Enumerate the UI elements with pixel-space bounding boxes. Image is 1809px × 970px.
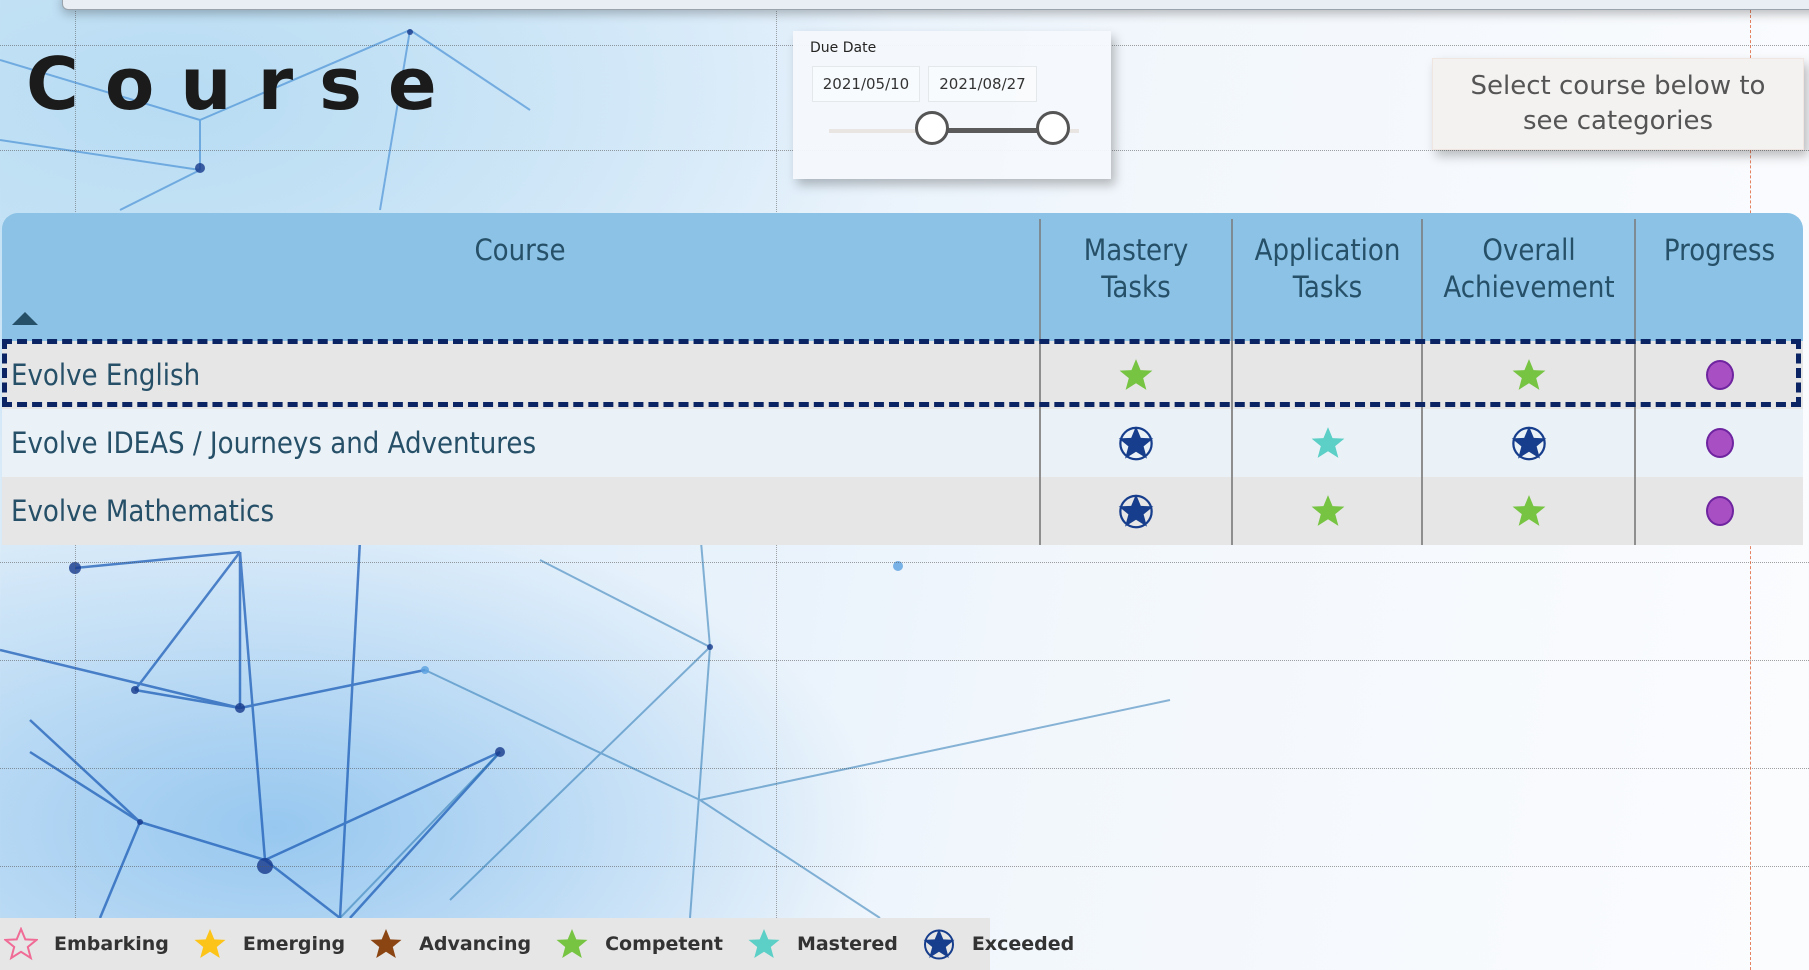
end-date-input[interactable]: 2021/08/27 [928, 66, 1037, 102]
rating-legend: Embarking Emerging Advancing Competent M… [0, 918, 1074, 970]
page-title: Course [26, 42, 463, 126]
table-header: Course Mastery Tasks Application Tasks O… [2, 213, 1803, 341]
progress-cell [1636, 409, 1803, 477]
progress-circle-icon [1705, 428, 1734, 458]
mastery-tasks-cell [1041, 477, 1231, 545]
table-row[interactable]: Evolve English [2, 341, 1803, 409]
legend-item-exceeded: Exceeded [918, 927, 1074, 961]
column-header-mastery-tasks[interactable]: Mastery Tasks [1041, 213, 1231, 341]
grid-line [0, 768, 1809, 769]
grid-line [0, 866, 1809, 867]
legend-item-advancing: Advancing [365, 927, 531, 961]
star-outline-icon [0, 927, 54, 961]
column-header-label: Overall Achievement [1443, 233, 1615, 304]
legend-label: Emerging [242, 933, 346, 955]
grid-line [0, 562, 1809, 563]
progress-cell [1636, 341, 1803, 409]
table-row[interactable]: Evolve IDEAS / Journeys and Adventures [2, 409, 1803, 477]
progress-circle-icon [1705, 496, 1734, 526]
sort-ascending-icon[interactable] [12, 312, 38, 325]
legend-label: Mastered [796, 933, 898, 955]
star-icon [189, 927, 243, 961]
mastery-tasks-cell [1041, 341, 1231, 409]
table-row[interactable]: Evolve Mathematics [2, 477, 1803, 545]
select-course-button[interactable]: Select course below to see categories [1432, 58, 1804, 150]
legend-item-embarking: Embarking [0, 927, 169, 961]
application-tasks-cell [1233, 409, 1422, 477]
legend-item-emerging: Emerging [189, 927, 345, 961]
exceeded-star-circle-icon [1117, 492, 1155, 530]
mastered-star-icon [1310, 425, 1346, 461]
course-name: Evolve IDEAS / Journeys and Adventures [11, 426, 537, 460]
column-header-application-tasks[interactable]: Application Tasks [1233, 213, 1422, 341]
overall-achievement-cell [1423, 341, 1635, 409]
legend-label: Exceeded [971, 933, 1075, 955]
grid-line [0, 660, 1809, 661]
application-tasks-cell [1233, 341, 1422, 409]
legend-item-mastered: Mastered [743, 927, 898, 961]
course-table: Course Mastery Tasks Application Tasks O… [2, 213, 1803, 545]
competent-star-icon [1511, 493, 1547, 529]
star-icon [551, 927, 605, 961]
legend-item-competent: Competent [551, 927, 723, 961]
column-header-course[interactable]: Course [2, 213, 1038, 341]
slider-end-handle[interactable] [1036, 111, 1070, 145]
star-icon [743, 927, 797, 961]
column-header-overall-achievement[interactable]: Overall Achievement [1423, 213, 1635, 341]
due-date-slicer: Due Date 2021/05/10 2021/08/27 [793, 31, 1111, 179]
column-header-label: Course [474, 233, 566, 267]
top-toolbar [62, 0, 1809, 10]
slicer-title: Due Date [810, 40, 877, 56]
column-header-label: Application Tasks [1254, 233, 1401, 304]
application-tasks-cell [1233, 477, 1422, 545]
exceeded-star-circle-icon [1510, 424, 1548, 462]
start-date-input[interactable]: 2021/05/10 [812, 66, 920, 102]
mastery-tasks-cell [1041, 409, 1231, 477]
column-header-progress[interactable]: Progress [1636, 213, 1803, 341]
legend-label: Advancing [419, 933, 532, 955]
competent-star-icon [1118, 357, 1154, 393]
overall-achievement-cell [1423, 409, 1635, 477]
course-name: Evolve Mathematics [11, 494, 275, 528]
course-name: Evolve English [11, 358, 201, 392]
progress-cell [1636, 477, 1803, 545]
overall-achievement-cell [1423, 477, 1635, 545]
slider-start-handle[interactable] [915, 111, 949, 145]
exceeded-star-circle-icon [1117, 424, 1155, 462]
column-header-label: Progress [1663, 233, 1776, 267]
star-circle-icon [918, 927, 972, 961]
competent-star-icon [1310, 493, 1346, 529]
star-icon [365, 927, 419, 961]
legend-label: Competent [605, 933, 723, 955]
competent-star-icon [1511, 357, 1547, 393]
column-header-label: Mastery Tasks [1083, 233, 1189, 304]
progress-circle-icon [1705, 360, 1734, 390]
legend-label: Embarking [54, 933, 169, 955]
